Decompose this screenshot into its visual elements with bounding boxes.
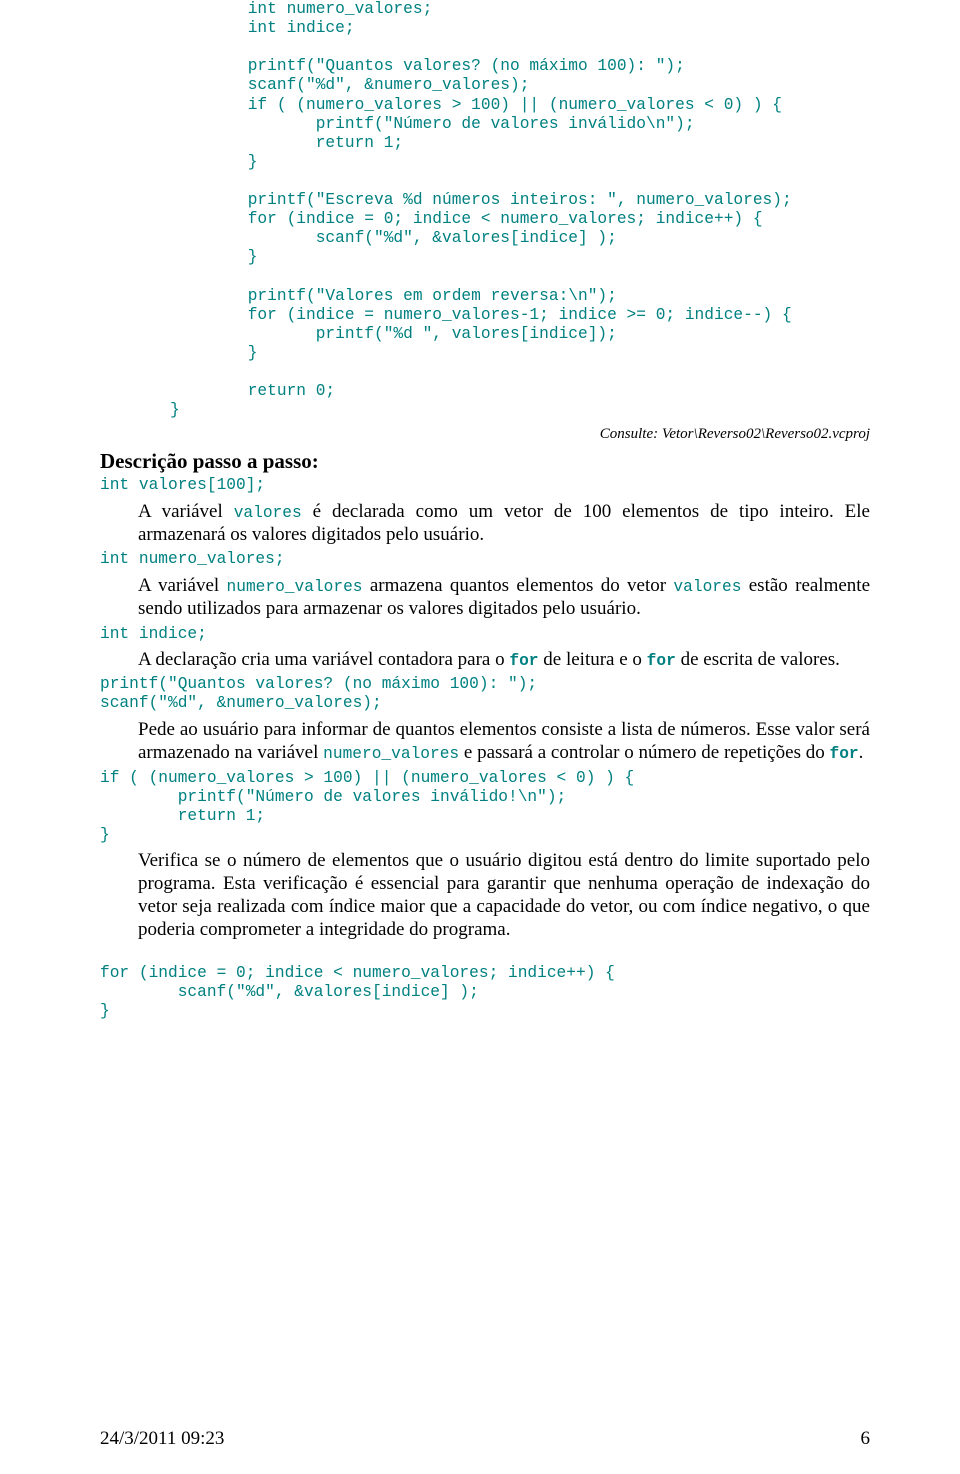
text: A variável: [138, 501, 234, 522]
inline-code-bold: for: [647, 652, 676, 670]
inline-code: valores: [673, 578, 741, 596]
text: de escrita de valores.: [676, 649, 840, 670]
section-heading: Descrição passo a passo:: [100, 449, 870, 474]
code-decl-valores: int valores[100];: [100, 476, 870, 495]
para-indice: A declaração cria uma variável contadora…: [138, 648, 870, 672]
para-if-check: Verifica se o número de elementos que o …: [138, 849, 870, 942]
inline-code: numero_valores: [323, 745, 459, 763]
inline-code-bold: for: [509, 652, 538, 670]
inline-code: numero_valores: [227, 578, 363, 596]
consult-path: Consulte: Vetor\Reverso02\Reverso02.vcpr…: [100, 426, 870, 443]
text: A variável: [138, 575, 227, 596]
para-valores: A variável valores é declarada como um v…: [138, 500, 870, 547]
code-block-top: int numero_valores; int indice; printf("…: [100, 0, 870, 420]
inline-code: valores: [234, 504, 302, 522]
para-numero-valores: A variável numero_valores armazena quant…: [138, 574, 870, 621]
code-decl-indice: int indice;: [100, 625, 870, 644]
text: .: [859, 742, 864, 763]
text: e passará a controlar o número de repeti…: [459, 742, 829, 763]
text: armazena quantos elementos do vetor: [363, 575, 674, 596]
para-printf-scanf: Pede ao usuário para informar de quantos…: [138, 718, 870, 765]
code-printf-scanf: printf("Quantos valores? (no máximo 100)…: [100, 675, 870, 713]
spacer: [100, 946, 870, 964]
code-for-scan: for (indice = 0; indice < numero_valores…: [100, 964, 870, 1021]
footer-page-number: 6: [861, 1428, 871, 1450]
code-if-check: if ( (numero_valores > 100) || (numero_v…: [100, 769, 870, 845]
text: A declaração cria uma variável contadora…: [138, 649, 509, 670]
footer-timestamp: 24/3/2011 09:23: [100, 1428, 224, 1450]
document-page: int numero_valores; int indice; printf("…: [0, 0, 960, 1474]
code-decl-numero-valores: int numero_valores;: [100, 550, 870, 569]
inline-code-bold: for: [829, 745, 858, 763]
text: de leitura e o: [539, 649, 647, 670]
page-footer: 24/3/2011 09:23 6: [100, 1428, 870, 1450]
